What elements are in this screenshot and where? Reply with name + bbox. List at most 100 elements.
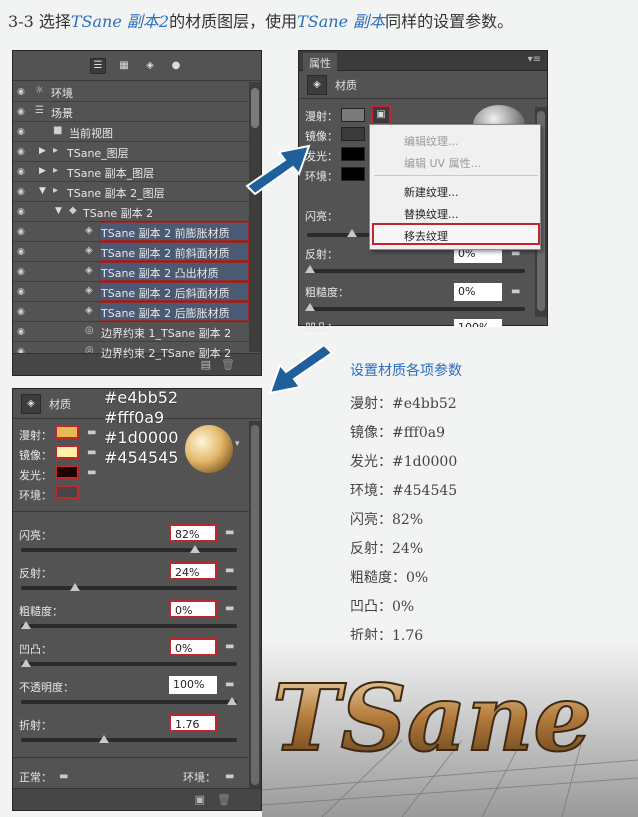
layer-row[interactable]: ◉ ☼ 环境 — [13, 82, 249, 102]
visibility-eye-icon[interactable]: ◉ — [17, 267, 31, 277]
param-line: 漫射：#e4bb52 — [350, 396, 457, 412]
specular-texture-icon[interactable]: ▬ — [87, 447, 101, 458]
scene-filter-icon[interactable]: ☰ — [90, 57, 106, 74]
rough-slider[interactable] — [307, 307, 525, 311]
menu-edit-texture[interactable]: 编辑纹理... — [404, 133, 459, 149]
big-reflect-slider[interactable] — [21, 586, 237, 590]
big-shine-slider[interactable] — [21, 548, 237, 552]
mesh-filter-icon[interactable]: ▦ — [116, 58, 132, 74]
constraint-icon: ◎ — [85, 325, 94, 336]
layer-row[interactable]: ◉ ◈ TSane 副本 2 后斜面材质 — [13, 282, 249, 302]
visibility-eye-icon[interactable]: ◉ — [17, 207, 31, 217]
scrollbar-thumb[interactable] — [251, 88, 259, 128]
big-illum-swatch[interactable] — [55, 465, 79, 479]
ambient-swatch[interactable] — [341, 167, 365, 181]
visibility-eye-icon[interactable]: ◉ — [17, 147, 31, 157]
heading-suffix: 同样的设置参数。 — [385, 12, 514, 31]
visibility-eye-icon[interactable]: ◉ — [17, 307, 31, 317]
menu-edit-uv[interactable]: 编辑 UV 属性... — [404, 155, 481, 171]
big-ambient-swatch[interactable] — [55, 485, 79, 499]
big-opacity-knob[interactable] — [227, 697, 237, 705]
big-bump-knob[interactable] — [21, 659, 31, 667]
illum-texture-icon[interactable]: ▬ — [87, 467, 101, 478]
layer-row[interactable]: ◉ ◈ TSane 副本 2 凸出材质 — [13, 262, 249, 282]
big-diffuse-swatch[interactable] — [55, 425, 79, 439]
rough-value[interactable]: 0% — [454, 283, 502, 301]
expand-toggle-icon[interactable]: ▼ — [55, 206, 62, 216]
diffuse-swatch[interactable] — [341, 108, 365, 122]
big-opacity-slider[interactable] — [21, 700, 237, 704]
texture-menu-icon[interactable]: ▣ — [371, 105, 391, 125]
big-refraction-value[interactable]: 1.76 — [169, 714, 217, 732]
material-filter-icon[interactable]: ◈ — [142, 58, 158, 74]
environment-texture-icon[interactable]: ▬ — [225, 771, 239, 782]
trash-icon[interactable]: 🗑 — [217, 793, 231, 806]
big-specular-swatch[interactable] — [55, 445, 79, 459]
visibility-eye-icon[interactable]: ◉ — [17, 227, 31, 237]
big-rough-knob[interactable] — [21, 621, 31, 629]
big-refraction-knob[interactable] — [99, 735, 110, 743]
layer-scrollbar[interactable] — [249, 82, 261, 352]
preview-dropdown-icon[interactable]: ▾ — [235, 439, 240, 449]
reflect-texture-icon[interactable]: ▬ — [225, 565, 239, 576]
menu-new-texture[interactable]: 新建纹理... — [404, 184, 459, 200]
big-scrollbar[interactable] — [249, 421, 261, 791]
visibility-eye-icon[interactable]: ◉ — [17, 287, 31, 297]
visibility-eye-icon[interactable]: ◉ — [17, 187, 31, 197]
menu-replace-texture[interactable]: 替换纹理... — [404, 206, 459, 222]
visibility-eye-icon[interactable]: ◉ — [17, 107, 31, 117]
layer-row[interactable]: ◉ ▼ ◆ TSane 副本 2 — [13, 202, 249, 222]
visibility-eye-icon[interactable]: ◉ — [17, 167, 31, 177]
illum-swatch[interactable] — [341, 147, 365, 161]
normal-texture-icon[interactable]: ▬ — [59, 771, 73, 782]
big-bump-value[interactable]: 0% — [169, 638, 217, 656]
menu-remove-texture[interactable]: 移去纹理 — [404, 228, 448, 244]
rough-texture-icon[interactable]: ▬ — [511, 286, 525, 297]
big-rough-value[interactable]: 0% — [169, 600, 217, 618]
visibility-eye-icon[interactable]: ◉ — [17, 87, 31, 97]
layer-row[interactable]: ◉ ▶ ▸ TSane 副本_图层 — [13, 162, 249, 182]
tab-properties[interactable]: 属性 — [303, 53, 337, 71]
layer-row[interactable]: ◉ ◈ TSane 副本 2 前斜面材质 — [13, 242, 249, 262]
rough-texture-icon[interactable]: ▬ — [225, 603, 239, 614]
big-reflect-value[interactable]: 24% — [169, 562, 217, 580]
layer-row[interactable]: ◉ ◈ TSane 副本 2 前膨胀材质 — [13, 222, 249, 242]
big-bump-slider[interactable] — [21, 662, 237, 666]
bump-value[interactable]: 100% — [454, 319, 502, 327]
layer-row[interactable]: ◉ ☰ 场景 — [13, 102, 249, 122]
diffuse-texture-icon[interactable]: ▬ — [87, 427, 101, 438]
panel-menu-icon[interactable]: ▾≡ — [528, 54, 541, 65]
expand-toggle-icon[interactable]: ▼ — [39, 186, 46, 196]
rough-knob[interactable] — [305, 303, 315, 311]
specular-swatch[interactable] — [341, 127, 365, 141]
light-filter-icon[interactable]: ● — [168, 58, 184, 74]
layer-row[interactable]: ◉ ◎ 边界约束 1_TSane 副本 2 — [13, 322, 249, 342]
big-reflect-knob[interactable] — [70, 583, 81, 591]
expand-toggle-icon[interactable]: ▶ — [39, 166, 46, 176]
expand-toggle-icon[interactable]: ▶ — [39, 146, 46, 156]
shine-knob[interactable] — [347, 229, 357, 237]
big-opacity-value[interactable]: 100% — [169, 676, 217, 694]
reflect-knob[interactable] — [305, 265, 315, 273]
opacity-texture-icon[interactable]: ▬ — [225, 679, 239, 690]
big-material-preview[interactable] — [185, 425, 233, 473]
visibility-eye-icon[interactable]: ◉ — [17, 247, 31, 257]
big-shine-label: 闪亮： — [19, 529, 52, 542]
visibility-eye-icon[interactable]: ◉ — [17, 127, 31, 137]
layer-list: ◉ ☼ 环境 ◉ ☰ 场景 ◉ ■ 当前视图 ◉ ▶ ▸ TSane_图层 ◉ ▶ ▸ TSane 副本_图层 ◉… — [13, 82, 249, 362]
bump-texture-icon[interactable]: ▬ — [225, 641, 239, 652]
layer-row[interactable]: ◉ ◈ TSane 副本 2 后膨胀材质 — [13, 302, 249, 322]
big-shine-value[interactable]: 82% — [169, 524, 217, 542]
layer-row[interactable]: ◉ ■ 当前视图 — [13, 122, 249, 142]
layer-row[interactable]: ◉ ▶ ▸ TSane_图层 — [13, 142, 249, 162]
reflect-slider[interactable] — [307, 269, 525, 273]
big-bump-label: 凹凸： — [19, 643, 52, 656]
render-icon[interactable]: ▣ — [195, 793, 205, 806]
shine-texture-icon[interactable]: ▬ — [225, 527, 239, 538]
visibility-eye-icon[interactable]: ◉ — [17, 327, 31, 337]
big-refraction-slider[interactable] — [21, 738, 237, 742]
big-shine-knob[interactable] — [189, 545, 200, 553]
big-rough-slider[interactable] — [21, 624, 237, 628]
layer-row[interactable]: ◉ ▼ ▸ TSane 副本 2_图层 — [13, 182, 249, 202]
3d-layers-panel: ☰ ▦ ◈ ● ◉ ☼ 环境 ◉ ☰ 场景 ◉ ■ 当前视图 ◉ ▶ ▸ TSane_图层 ◉ ▶ ▸ TSan… — [12, 50, 262, 376]
